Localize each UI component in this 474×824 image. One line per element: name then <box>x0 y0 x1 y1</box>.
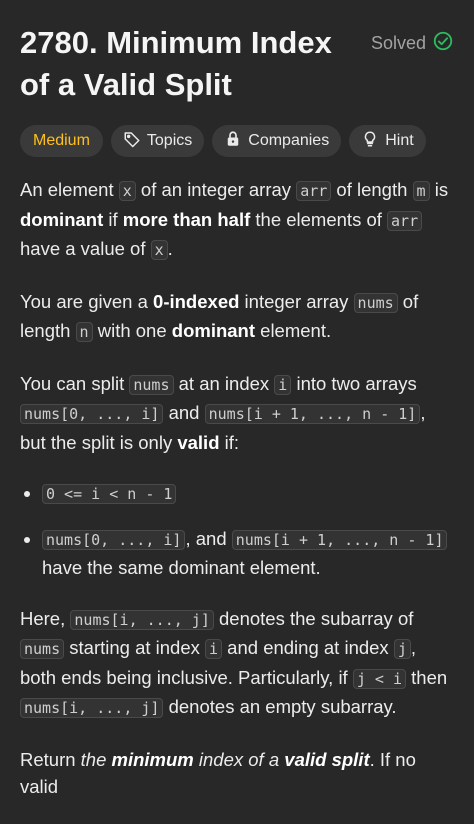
inline-code: nums <box>129 374 174 395</box>
lightbulb-icon <box>361 130 379 153</box>
text: You can split <box>20 372 130 394</box>
inline-code: n <box>75 322 93 342</box>
description-paragraph-1: An element x of an integer array arr of … <box>20 176 454 265</box>
problem-title: 2780. Minimum Index of a Valid Split <box>20 25 332 102</box>
text: Here, <box>20 607 71 629</box>
text: have a value of <box>20 238 151 259</box>
inline-code: nums[0, ..., i] <box>20 404 164 424</box>
text: is <box>429 179 449 200</box>
bold-text: dominant <box>171 320 256 341</box>
italic-text: the <box>80 748 112 770</box>
text: into two arrays <box>291 372 417 394</box>
conditions-list: 0 <= i < n - 1 nums[0, ..., i], and nums… <box>20 479 454 582</box>
bold-text: more than half <box>122 208 251 230</box>
text: at an index <box>173 372 275 394</box>
text: denotes the subarray of <box>213 607 414 629</box>
bold-text: 0-indexed <box>153 290 240 312</box>
text: the elements of <box>250 208 388 230</box>
bold-text: dominant <box>20 208 104 230</box>
inline-code: j < i <box>352 668 406 689</box>
text: of length <box>331 179 413 200</box>
inline-code: nums[i + 1, ..., n - 1] <box>231 529 448 550</box>
check-circle-icon <box>432 30 454 57</box>
tag-icon <box>123 130 141 153</box>
inline-code: m <box>412 181 430 201</box>
inline-code: arr <box>387 210 423 231</box>
problem-description: An element x of an integer array arr of … <box>20 176 454 824</box>
text: and <box>163 402 205 423</box>
companies-button[interactable]: Companies <box>212 125 342 157</box>
text: An element <box>20 179 119 200</box>
solved-label: Solved <box>370 33 426 53</box>
description-paragraph-3: You can split nums at an index i into tw… <box>20 370 454 457</box>
text: and ending at index <box>222 637 394 658</box>
inline-code: arr <box>296 181 332 201</box>
text: integer array <box>239 290 354 312</box>
inline-code: nums[i + 1, ..., n - 1] <box>204 404 421 424</box>
inline-code: 0 <= i < n - 1 <box>42 484 177 504</box>
text: element. <box>255 320 332 341</box>
text: You are given a <box>20 290 154 312</box>
hint-label: Hint <box>385 132 414 149</box>
solved-status: Solved <box>371 30 454 57</box>
text: have the same dominant element. <box>42 557 321 578</box>
text: of an integer array <box>135 179 297 200</box>
description-paragraph-2: You are given a 0-indexed integer array … <box>20 288 454 347</box>
inline-code: x <box>150 240 168 260</box>
text: , and <box>185 527 232 549</box>
inline-code: i <box>274 374 292 395</box>
text: denotes an empty subarray. <box>163 696 397 717</box>
inline-code: nums[i, ..., j] <box>70 609 214 630</box>
difficulty-badge: Medium <box>20 125 103 157</box>
text: if <box>103 208 123 230</box>
list-item: nums[0, ..., i], and nums[i + 1, ..., n … <box>42 525 454 582</box>
topics-button[interactable]: Topics <box>110 125 205 157</box>
text: Return <box>20 748 81 770</box>
inline-code: j <box>393 639 411 659</box>
list-item: 0 <= i < n - 1 <box>42 479 454 509</box>
problem-chips: Medium Topics Companies Hint <box>20 125 426 157</box>
text: if: <box>219 431 240 453</box>
bold-italic-text: minimum <box>111 748 194 770</box>
inline-code: i <box>205 639 223 659</box>
text: with one <box>92 320 172 341</box>
description-paragraph-4: Here, nums[i, ..., j] denotes the subarr… <box>20 605 454 723</box>
inline-code: nums <box>353 292 398 313</box>
text: starting at index <box>64 637 206 658</box>
inline-code: nums[0, ..., i] <box>42 529 186 550</box>
description-paragraph-5: Return the minimum index of a valid spli… <box>20 746 454 801</box>
inline-code: nums <box>20 639 65 659</box>
inline-code: x <box>118 181 136 201</box>
bold-italic-text: valid split <box>284 748 370 770</box>
difficulty-label: Medium <box>33 132 90 149</box>
hint-button[interactable]: Hint <box>349 125 426 157</box>
text: then <box>406 666 448 688</box>
lock-icon <box>224 130 242 153</box>
bold-text: valid <box>177 431 220 453</box>
italic-text: index of a <box>193 748 285 770</box>
topics-label: Topics <box>146 132 193 149</box>
companies-label: Companies <box>248 132 330 149</box>
inline-code: nums[i, ..., j] <box>20 698 164 718</box>
text: . <box>167 238 173 259</box>
